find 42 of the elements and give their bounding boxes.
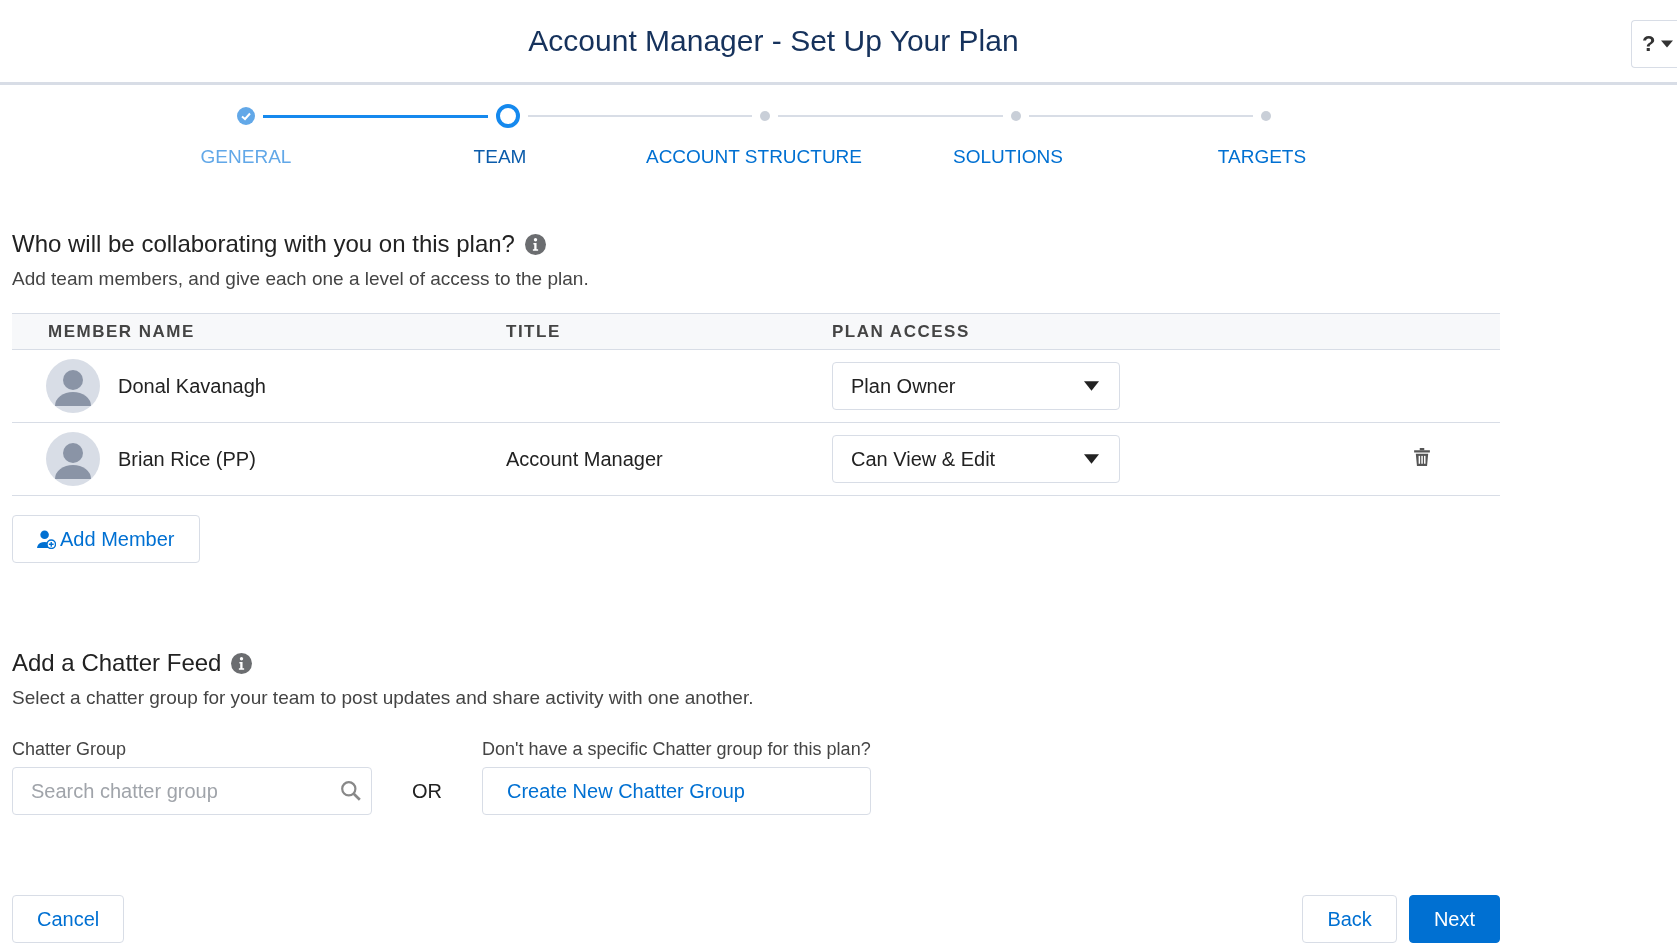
or-label: OR	[411, 779, 443, 804]
trash-icon[interactable]	[1414, 448, 1430, 466]
add-person-icon	[37, 529, 56, 549]
column-header: PLAN ACCESS	[832, 321, 971, 342]
section-description: Add team members, and give each one a level of access to the plan.	[12, 268, 590, 290]
current-step-icon[interactable]	[495, 104, 520, 128]
check-icon[interactable]	[237, 107, 255, 125]
member-name: Donal Kavanagh	[118, 374, 266, 398]
caret-icon	[1661, 40, 1674, 48]
step-label[interactable]: TEAM	[473, 146, 527, 168]
back-button[interactable]: Back	[1302, 895, 1397, 943]
step-label[interactable]: TARGETS	[1217, 146, 1307, 168]
access-dropdown[interactable]: Plan Owner	[832, 362, 1120, 410]
avatar-icon	[46, 359, 100, 413]
caret-icon	[1084, 381, 1099, 391]
avatar-icon	[46, 432, 100, 486]
step-dot-icon[interactable]	[1261, 111, 1271, 121]
step-dot-icon[interactable]	[1010, 111, 1021, 121]
step-label[interactable]: SOLUTIONS	[953, 146, 1063, 168]
member-name: Brian Rice (PP)	[118, 447, 256, 471]
cancel-button[interactable]: Cancel	[12, 895, 125, 943]
help-menu-button[interactable]: ?	[1631, 20, 1677, 68]
field-label: Chatter Group	[12, 739, 128, 760]
column-header: TITLE	[506, 321, 562, 342]
prompt-text: Don't have a specific Chatter group for this plan?	[482, 739, 871, 760]
info-icon[interactable]	[231, 652, 253, 674]
add-member-button[interactable]: Add Member	[12, 515, 200, 563]
step-label[interactable]: ACCOUNT STRUCTURE	[645, 146, 862, 168]
create-group-button[interactable]: Create New Chatter Group	[482, 767, 871, 815]
section-heading: Add a Chatter Feed	[12, 649, 222, 677]
column-header: MEMBER NAME	[47, 321, 196, 342]
step-dot-icon[interactable]	[760, 111, 770, 121]
info-icon[interactable]	[524, 233, 546, 255]
search-field[interactable]: Search chatter group	[12, 767, 372, 815]
page-title: Account Manager - Set Up Your Plan	[528, 24, 1019, 58]
caret-icon	[1084, 454, 1099, 464]
member-title: Account Manager	[506, 447, 663, 470]
next-button[interactable]: Next	[1408, 895, 1500, 943]
section-heading: Who will be collaborating with you on this plan?	[12, 230, 515, 258]
section-description: Select a chatter group for your team to post updates and share activity with one another.	[12, 687, 755, 709]
access-dropdown[interactable]: Can View & Edit	[832, 435, 1120, 483]
search-icon	[340, 780, 362, 802]
